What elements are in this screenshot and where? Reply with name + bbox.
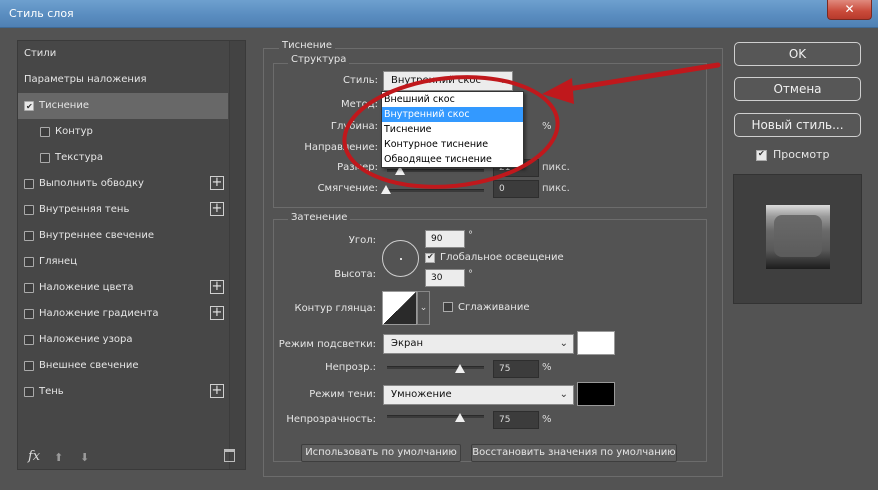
annotation-arrow-line — [559, 62, 721, 93]
annotation-overlay — [342, 62, 721, 189]
title-bar: Стиль слоя ✕ — [0, 0, 878, 28]
dialog-body: СтилиПараметры наложенияТиснениеКонтурТе… — [0, 28, 878, 490]
close-button[interactable]: ✕ — [827, 0, 872, 20]
window-title: Стиль слоя — [9, 7, 74, 20]
annotation-ellipse — [342, 75, 560, 189]
